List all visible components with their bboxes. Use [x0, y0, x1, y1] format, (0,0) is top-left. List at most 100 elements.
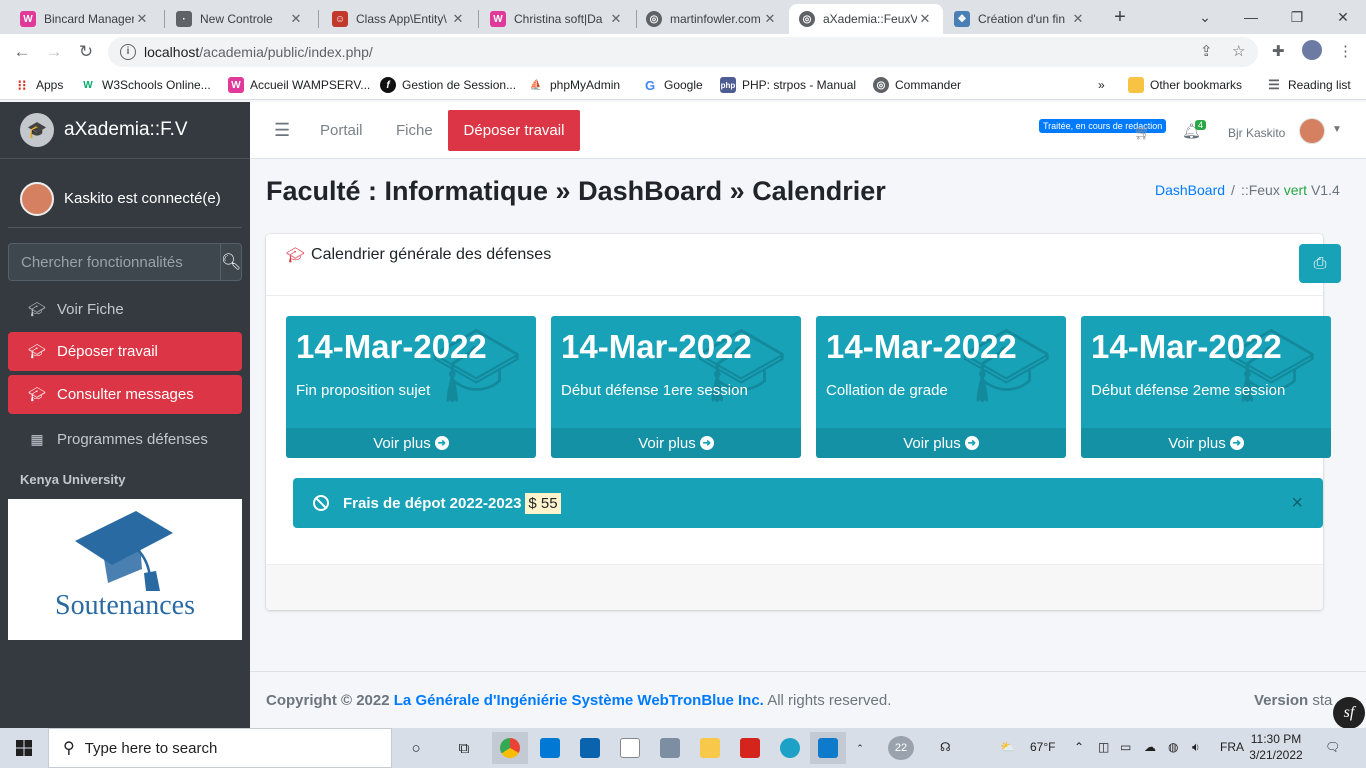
windows-logo-icon	[16, 740, 32, 756]
breadcrumb-dashboard-link[interactable]: DashBoard	[1155, 182, 1225, 198]
graduation-cap-icon: 🎓︎	[28, 343, 46, 359]
page-footer: Copyright © 2022 La Générale d'Ingéniéri…	[250, 671, 1366, 728]
browser-tab[interactable]: ◎ martinfowler.com ✕	[636, 4, 788, 34]
battery-icon[interactable]: ▭	[1120, 740, 1131, 754]
extensions-puzzle-icon[interactable]: ✚	[1272, 42, 1285, 60]
notifications-icon[interactable]: 🗨︎	[1325, 740, 1340, 754]
url-input[interactable]: i localhost/academia/public/index.php/	[108, 37, 1258, 67]
file-explorer-icon[interactable]	[692, 732, 728, 764]
taskbar-scroll-icon[interactable]: ⌃	[852, 732, 868, 764]
deposer-travail-button[interactable]: Déposer travail	[448, 110, 580, 151]
forward-arrow-icon[interactable]: →	[40, 38, 68, 66]
search-button[interactable]: 🔍︎	[220, 243, 243, 281]
reading-list-button[interactable]: ☰ Reading list	[1266, 76, 1351, 94]
clock[interactable]: 11:30 PM 3/21/2022	[1243, 731, 1309, 763]
mail-icon[interactable]	[572, 732, 608, 764]
browser-tab[interactable]: ❖ Création d'un fin ✕	[944, 4, 1096, 34]
brand-link[interactable]: 🎓 aXademia::F.V	[0, 102, 250, 159]
hamburger-menu-icon[interactable]: ☰	[274, 120, 290, 141]
back-arrow-icon[interactable]: ←	[8, 38, 36, 66]
browser-tab-active[interactable]: ◎ aXademia::FeuxV ✕	[789, 4, 943, 34]
bookmark-php-strpos[interactable]: php PHP: strpos - Manual	[720, 76, 856, 94]
caret-down-icon[interactable]: ▼	[1332, 124, 1342, 135]
language-indicator[interactable]: FRA	[1220, 740, 1244, 754]
tray-app-icon[interactable]: ◫	[1098, 740, 1109, 754]
bookmark-w3schools[interactable]: W W3Schools Online...	[80, 76, 210, 94]
profile-avatar[interactable]	[1302, 40, 1322, 60]
close-icon[interactable]: ✕	[134, 11, 150, 27]
sidebar-item-label: Voir Fiche	[57, 301, 124, 318]
new-tab-button[interactable]: +	[1097, 0, 1143, 34]
print-button[interactable]: ⎙	[1299, 244, 1341, 283]
close-icon[interactable]: ✕	[1070, 11, 1086, 27]
user-panel[interactable]: Kaskito est connecté(e)	[8, 170, 242, 228]
tray-chevron-icon[interactable]: ⌃	[1074, 740, 1084, 754]
sidebar-search-input[interactable]	[8, 243, 220, 281]
edge-icon[interactable]	[772, 732, 808, 764]
bookmark-gestion-session[interactable]: f Gestion de Session...	[380, 76, 516, 94]
cortana-icon[interactable]: ○	[398, 732, 434, 764]
bookmark-google[interactable]: G Google	[642, 76, 703, 94]
graduation-cap-icon: 🎓︎	[28, 386, 46, 402]
restore-icon[interactable]: ❐	[1274, 0, 1320, 34]
bookmark-commander[interactable]: ◎ Commander	[873, 76, 961, 94]
sidebar-item-consulter-messages[interactable]: 🎓︎ Consulter messages	[8, 375, 242, 414]
voir-plus-link[interactable]: Voir plus ➜	[286, 428, 536, 458]
other-bookmarks-folder[interactable]: Other bookmarks	[1128, 76, 1242, 94]
site-info-icon[interactable]: i	[120, 44, 136, 60]
share-icon[interactable]: ⇪	[1200, 42, 1213, 60]
nav-link-fiche[interactable]: Fiche	[396, 122, 433, 139]
voir-plus-link[interactable]: Voir plus ➜	[1081, 428, 1331, 458]
copyright-text: Copyright © 2022	[266, 692, 390, 709]
menu-kebab-icon[interactable]: ⋮	[1338, 42, 1353, 60]
file-icon[interactable]	[612, 732, 648, 764]
task-view-icon[interactable]: ⧉	[446, 732, 482, 764]
bookmark-apps[interactable]: ⁝⁝ Apps	[14, 76, 64, 94]
voir-plus-link[interactable]: Voir plus ➜	[551, 428, 801, 458]
user-avatar[interactable]	[1299, 118, 1325, 144]
nav-link-portail[interactable]: Portail	[320, 122, 363, 139]
bookmark-wampserver[interactable]: W Accueil WAMPSERV...	[228, 76, 370, 94]
symfony-toolbar-icon[interactable]: sf	[1333, 697, 1365, 729]
close-icon[interactable]: ✕	[608, 11, 624, 27]
app-icon[interactable]	[652, 732, 688, 764]
news-badge[interactable]: 22	[888, 736, 914, 760]
bookmarks-overflow-button[interactable]: »	[1098, 76, 1105, 94]
cart-icon[interactable]: 🛒︎	[1134, 124, 1152, 141]
cloud-icon[interactable]: ☁	[1144, 740, 1156, 754]
windows-start-button[interactable]	[0, 728, 48, 768]
sidebar-item-programmes-defenses[interactable]: ▦ Programmes défenses	[8, 420, 242, 459]
tab-search-chevron-icon[interactable]: ⌄	[1182, 0, 1228, 34]
chrome-taskbar-icon[interactable]	[492, 732, 528, 764]
weather-icon[interactable]: ⛅	[1000, 740, 1015, 754]
minimize-icon[interactable]: —	[1228, 0, 1274, 34]
sidebar-item-deposer-travail[interactable]: 🎓︎ Déposer travail	[8, 332, 242, 371]
sidebar-item-label: Programmes défenses	[57, 431, 208, 448]
organization-link[interactable]: La Générale d'Ingéniérie Système WebTron…	[394, 692, 764, 709]
bookmark-star-icon[interactable]: ☆	[1232, 42, 1245, 60]
close-icon[interactable]: ✕	[288, 11, 304, 27]
close-window-icon[interactable]: ✕	[1320, 0, 1366, 34]
people-icon[interactable]: ☊	[940, 740, 951, 754]
volume-icon[interactable]: 🔉︎	[1192, 740, 1200, 755]
close-icon[interactable]: ✕	[917, 11, 933, 27]
brand-logo-icon: 🎓	[20, 113, 54, 147]
taskbar-search-input[interactable]: ⚲ Type here to search	[48, 728, 392, 768]
sidebar-item-voir-fiche[interactable]: 🎓︎ Voir Fiche	[8, 290, 242, 329]
weather-temp[interactable]: 67°F	[1030, 740, 1055, 754]
browser-tab[interactable]: W Bincard Manager ✕	[10, 4, 160, 34]
browser-tab[interactable]: · New Controle ✕	[166, 4, 314, 34]
reload-icon[interactable]: ↻	[72, 38, 100, 66]
browser-tab[interactable]: W Christina soft|Da ✕	[480, 4, 634, 34]
close-icon[interactable]: ✕	[762, 11, 778, 27]
browser-tab[interactable]: ☺ Class App\Entity\ ✕	[322, 4, 476, 34]
network-globe-icon[interactable]: ◍	[1168, 740, 1178, 754]
alert-close-button[interactable]: ×	[1291, 492, 1303, 515]
box-label: Collation de grade	[826, 382, 948, 399]
store-icon[interactable]	[532, 732, 568, 764]
close-icon[interactable]: ✕	[450, 11, 466, 27]
vscode-icon[interactable]	[810, 732, 846, 764]
acrobat-icon[interactable]	[732, 732, 768, 764]
bookmark-phpmyadmin[interactable]: ⛵ phpMyAdmin	[528, 76, 620, 94]
voir-plus-link[interactable]: Voir plus ➜	[816, 428, 1066, 458]
